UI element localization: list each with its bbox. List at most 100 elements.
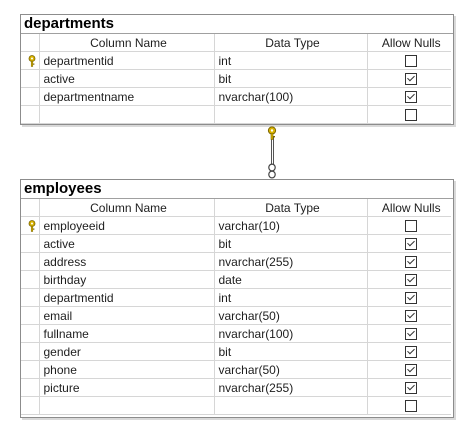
allow-nulls-checkbox[interactable] [405, 73, 418, 86]
row-selector-header [21, 34, 40, 52]
column-row[interactable]: fullname nvarchar(100) [21, 324, 451, 343]
row-selector[interactable] [21, 234, 40, 253]
data-type-cell[interactable] [213, 396, 368, 415]
key-icon [265, 126, 279, 145]
column-name-cell[interactable]: address [38, 252, 215, 271]
row-selector[interactable] [21, 51, 40, 70]
allow-nulls-cell [366, 105, 451, 124]
column-name-cell[interactable]: email [38, 306, 215, 325]
employees-table[interactable]: employees Column Name Data Type Allow Nu… [20, 179, 454, 418]
column-name-cell[interactable]: gender [38, 342, 215, 361]
allow-nulls-cell [366, 252, 451, 271]
allow-nulls-checkbox[interactable] [405, 109, 418, 122]
column-row[interactable]: active bit [21, 234, 451, 253]
data-type-cell[interactable]: bit [213, 69, 368, 88]
data-type-cell[interactable]: bit [213, 342, 368, 361]
column-row[interactable]: departmentid int [21, 288, 451, 307]
table-title[interactable]: departments [21, 15, 453, 34]
allow-nulls-cell [366, 234, 451, 253]
departments-table[interactable]: departments Column Name Data Type Allow … [20, 14, 454, 125]
column-row[interactable]: employeeid varchar(10) [21, 216, 451, 235]
column-name-cell[interactable]: employeeid [38, 216, 215, 235]
column-name-cell[interactable]: phone [38, 360, 215, 379]
column-row[interactable]: picture nvarchar(255) [21, 378, 451, 397]
column-row[interactable]: active bit [21, 69, 451, 88]
allow-nulls-checkbox[interactable] [405, 364, 418, 377]
column-name-cell[interactable]: birthday [38, 270, 215, 289]
column-row[interactable] [21, 105, 451, 124]
allow-nulls-checkbox[interactable] [405, 256, 418, 269]
allow-nulls-checkbox[interactable] [405, 292, 418, 305]
allow-nulls-header: Allow Nulls [366, 199, 451, 217]
column-name-cell[interactable] [38, 396, 215, 415]
header-row: Column Name Data Type Allow Nulls [21, 34, 451, 52]
primary-key-icon [25, 54, 38, 67]
column-name-cell[interactable]: picture [38, 378, 215, 397]
row-selector[interactable] [21, 105, 40, 124]
header-row: Column Name Data Type Allow Nulls [21, 199, 451, 217]
column-row[interactable]: departmentname nvarchar(100) [21, 87, 451, 106]
row-selector[interactable] [21, 288, 40, 307]
allow-nulls-checkbox[interactable] [405, 328, 418, 341]
column-name-cell[interactable]: active [38, 69, 215, 88]
allow-nulls-header: Allow Nulls [366, 34, 451, 52]
allow-nulls-checkbox[interactable] [405, 346, 418, 359]
column-row[interactable]: departmentid int [21, 51, 451, 70]
allow-nulls-cell [366, 378, 451, 397]
column-name-cell[interactable]: departmentname [38, 87, 215, 106]
data-type-cell[interactable]: varchar(10) [213, 216, 368, 235]
row-selector[interactable] [21, 324, 40, 343]
allow-nulls-cell [366, 69, 451, 88]
column-row[interactable]: email varchar(50) [21, 306, 451, 325]
data-type-cell[interactable]: nvarchar(100) [213, 324, 368, 343]
column-name-cell[interactable]: departmentid [38, 51, 215, 70]
allow-nulls-checkbox[interactable] [405, 55, 418, 68]
row-selector[interactable] [21, 396, 40, 415]
data-type-cell[interactable]: date [213, 270, 368, 289]
data-type-cell[interactable]: int [213, 51, 368, 70]
column-name-cell[interactable]: active [38, 234, 215, 253]
column-name-cell[interactable]: fullname [38, 324, 215, 343]
row-selector-header [21, 199, 40, 217]
data-type-cell[interactable]: varchar(50) [213, 360, 368, 379]
row-selector[interactable] [21, 87, 40, 106]
row-selector[interactable] [21, 69, 40, 88]
column-row[interactable]: birthday date [21, 270, 451, 289]
allow-nulls-cell [366, 216, 451, 235]
allow-nulls-checkbox[interactable] [405, 238, 418, 251]
allow-nulls-checkbox[interactable] [405, 91, 418, 104]
allow-nulls-checkbox[interactable] [405, 220, 418, 233]
row-selector[interactable] [21, 216, 40, 235]
allow-nulls-cell [366, 270, 451, 289]
column-name-cell[interactable] [38, 105, 215, 124]
allow-nulls-cell [366, 87, 451, 106]
row-selector[interactable] [21, 252, 40, 271]
allow-nulls-checkbox[interactable] [405, 382, 418, 395]
row-selector[interactable] [21, 270, 40, 289]
allow-nulls-cell [366, 306, 451, 325]
data-type-cell[interactable]: nvarchar(255) [213, 378, 368, 397]
data-type-cell[interactable]: nvarchar(255) [213, 252, 368, 271]
column-name-cell[interactable]: departmentid [38, 288, 215, 307]
data-type-cell[interactable] [213, 105, 368, 124]
data-type-cell[interactable]: bit [213, 234, 368, 253]
row-selector[interactable] [21, 306, 40, 325]
allow-nulls-checkbox[interactable] [405, 310, 418, 323]
data-type-cell[interactable]: varchar(50) [213, 306, 368, 325]
column-row[interactable] [21, 396, 451, 415]
data-type-cell[interactable]: nvarchar(100) [213, 87, 368, 106]
row-selector[interactable] [21, 378, 40, 397]
columns-grid: Column Name Data Type Allow Nulls depart… [21, 34, 451, 124]
allow-nulls-checkbox[interactable] [405, 400, 418, 413]
allow-nulls-cell [366, 324, 451, 343]
primary-key-icon [25, 219, 38, 232]
column-row[interactable]: gender bit [21, 342, 451, 361]
column-row[interactable]: address nvarchar(255) [21, 252, 451, 271]
data-type-header: Data Type [213, 199, 368, 217]
column-row[interactable]: phone varchar(50) [21, 360, 451, 379]
data-type-cell[interactable]: int [213, 288, 368, 307]
row-selector[interactable] [21, 342, 40, 361]
row-selector[interactable] [21, 360, 40, 379]
table-title[interactable]: employees [21, 180, 453, 199]
allow-nulls-checkbox[interactable] [405, 274, 418, 287]
